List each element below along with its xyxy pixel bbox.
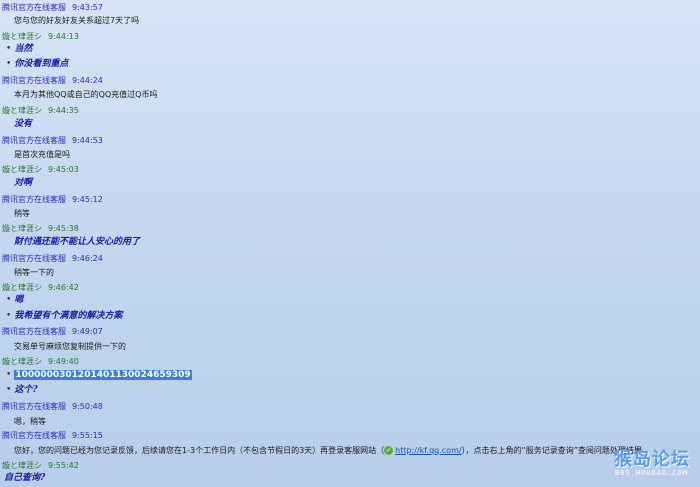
message-text: 您好，您的问题已经为您记录反馈，后续请您在1-3个工作日内（不包含节假日的3天）… [14,446,642,455]
watermark-main: 猴岛论坛 [614,449,690,470]
message-text: • 当然 [6,44,33,54]
sender-name[interactable]: 腾讯官方在线客服 [2,254,66,263]
message-text: • 我希望有个满意的解决方案 [6,311,123,321]
watermark-sub: BBS.HOUDAO.COM [614,469,688,477]
message-time: 9:45:03 [48,165,79,174]
sender-name[interactable]: 腾讯官方在线客服 [2,327,66,336]
message-time: 9:44:24 [72,76,103,85]
chat-history: 腾讯官方在线客服 9:43:57 您与您的好友好友关系超过7天了吗 嫙と珒涯シ 9:… [0,0,700,487]
message-text: 交易单号麻烦您复制提供一下的 [14,342,126,351]
sender-name[interactable]: 腾讯官方在线客服 [2,76,66,85]
sender-name[interactable]: 嫙と珒涯シ [2,461,42,470]
bullet-icon: • [6,44,12,54]
message-text: 财付通还能不能让人安心的用了 [14,237,141,247]
message-text: 嗯，稍等 [14,417,46,426]
message-time: 9:50:48 [72,402,103,411]
message-time: 9:49:07 [72,327,103,336]
forum-watermark: 猴岛论坛 BBS.HOUDAO.COM [582,445,692,485]
message-text[interactable]: • 1000000301201401130024659309 [6,369,192,381]
message-time: 9:46:42 [48,283,79,292]
kf-qq-link[interactable]: http://kf.qq.com/ [395,446,461,455]
sender-name[interactable]: 腾讯官方在线客服 [2,3,66,12]
message-time: 9:46:24 [72,254,103,263]
sender-name[interactable]: 嫙と珒涯シ [2,165,42,174]
sender-name[interactable]: 嫙と珒涯シ [2,32,42,41]
selected-order-number[interactable]: 1000000301201401130024659309 [14,370,192,380]
message-text: • 这个? [6,385,38,395]
message-text: 本月为其他QQ或自己的QQ充值过Q币吗 [14,90,158,99]
message-text: 自己查询? [4,473,46,483]
sender-name[interactable]: 腾讯官方在线客服 [2,136,66,145]
bullet-icon: • [6,370,12,380]
message-time: 9:55:15 [72,431,103,440]
bullet-icon: • [6,385,12,395]
message-text: • 你没看到重点 [6,59,69,69]
bullet-icon: • [6,311,12,321]
sender-name[interactable]: 腾讯官方在线客服 [2,195,66,204]
message-time: 9:45:12 [72,195,103,204]
message-time: 9:44:35 [48,106,79,115]
message-text: 稍等一下的 [14,268,54,277]
message-time: 9:44:13 [48,32,79,41]
message-text: 是首次充值是吗 [14,150,70,159]
message-time: 9:43:57 [72,3,103,12]
sender-name[interactable]: 嫙と珒涯シ [2,283,42,292]
sender-name[interactable]: 腾讯官方在线客服 [2,402,66,411]
sender-name[interactable]: 嫙と珒涯シ [2,357,42,366]
bullet-icon: • [6,59,12,69]
sender-name[interactable]: 嫙と珒涯シ [2,224,42,233]
message-text: 您与您的好友好友关系超过7天了吗 [14,16,140,25]
message-text: 对啊 [14,178,33,188]
verified-check-icon: ✓ [384,446,394,455]
message-text: • 嗯 [6,295,24,305]
message-time: 9:49:40 [48,357,79,366]
bullet-icon: • [6,295,12,305]
message-text: 没有 [14,119,33,129]
sender-name[interactable]: 腾讯官方在线客服 [2,431,66,440]
message-time: 9:55:42 [48,461,79,470]
message-text: 稍等 [14,209,30,218]
message-time: 9:45:38 [48,224,79,233]
message-time: 9:44:53 [72,136,103,145]
sender-name[interactable]: 嫙と珒涯シ [2,106,42,115]
